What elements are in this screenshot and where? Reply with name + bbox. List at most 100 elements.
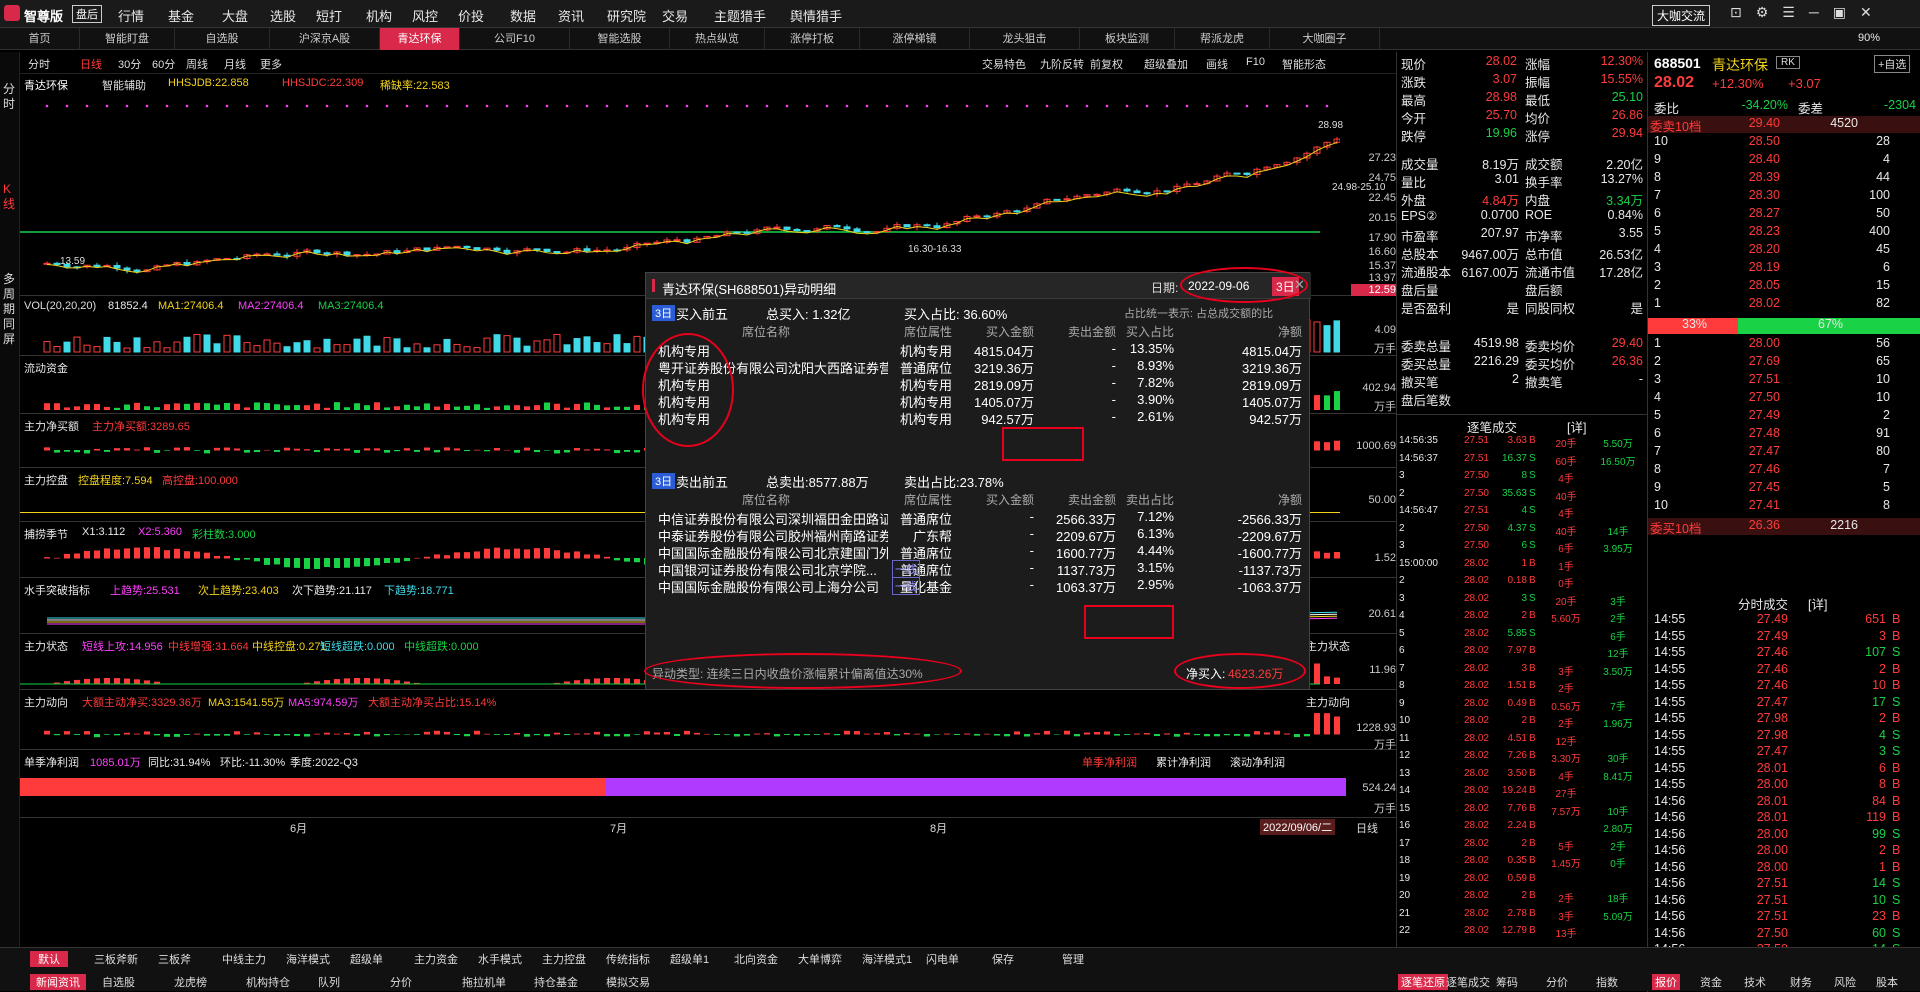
bottom-nav-tab[interactable]: 队列 [318, 974, 340, 990]
tab-item[interactable]: 自选股 [175, 28, 270, 50]
bid-price[interactable]: 27.47 [1728, 444, 1780, 462]
menu-item[interactable]: 研究院 [607, 6, 646, 25]
menu-item[interactable]: 机构 [366, 6, 392, 25]
sell-table-row[interactable]: 中国国际金融股份有限公司上海分公司 量化基金 -1063.37万 2.95% -1063… [652, 577, 1302, 597]
bid-price[interactable]: 27.41 [1728, 498, 1780, 516]
toolbar-right-item[interactable]: F10 [1246, 56, 1265, 68]
toolbar-right-item[interactable]: 交易特色 [982, 56, 1026, 72]
bid-price[interactable]: 27.45 [1728, 480, 1780, 498]
add-watch-button[interactable]: +自选 [1874, 55, 1911, 73]
tab-item[interactable]: 智能选股 [570, 28, 670, 50]
bid-price[interactable]: 27.51 [1728, 372, 1780, 390]
tab-item[interactable]: 涨停梯镜 [860, 28, 970, 50]
ask-price[interactable]: 28.27 [1728, 206, 1780, 224]
indicator-template-tab[interactable]: 超级单 [350, 951, 383, 967]
main-movement-panel[interactable]: 主力动向 大额主动净买:3329.36万 MA3:1541.55万 MA5:97… [20, 692, 1396, 751]
right-bottom-tab[interactable]: 风险 [1834, 974, 1856, 990]
menu-item[interactable]: 大盘 [222, 6, 248, 25]
period-tab[interactable]: 30分 [118, 56, 141, 72]
period-tab[interactable]: 分时 [28, 56, 50, 72]
menu-item[interactable]: 舆情猎手 [790, 6, 842, 25]
rk-badge[interactable]: RK [1776, 56, 1800, 69]
right-bottom-tab[interactable]: 财务 [1790, 974, 1812, 990]
indicator-template-tab[interactable]: 海洋模式1 [862, 951, 912, 967]
right-bottom-tab[interactable]: 股本 [1876, 974, 1898, 990]
ask-price[interactable]: 28.39 [1728, 170, 1780, 188]
indicator-template-tab[interactable]: 主力控盘 [542, 951, 586, 967]
indicator-template-tab[interactable]: 管理 [1062, 951, 1084, 967]
tab-item[interactable]: 帮派龙虎 [1175, 28, 1270, 50]
bid-price[interactable]: 27.50 [1728, 390, 1780, 408]
right-bottom-tab[interactable]: 筹码 [1496, 974, 1518, 990]
time-trades-detail[interactable]: [详] [1808, 594, 1827, 612]
rail-multi-period[interactable]: 多周期同屏 [3, 272, 17, 347]
menu-item[interactable]: 行情 [118, 6, 144, 25]
period-tab[interactable]: 日线 [80, 56, 102, 72]
ask-price[interactable]: 28.50 [1728, 134, 1780, 152]
period-tab[interactable]: 周线 [186, 56, 208, 72]
indicator-template-tab[interactable]: 三板斧新 [94, 951, 138, 967]
indicator-template-tab[interactable]: 大单博弈 [798, 951, 842, 967]
tab-item[interactable]: 青达环保 [380, 28, 460, 50]
ask-price[interactable]: 28.02 [1728, 296, 1780, 314]
tab-item[interactable]: 龙头狙击 [970, 28, 1080, 50]
bottom-nav-tab[interactable]: 自选股 [102, 974, 135, 990]
toolbar-right-item[interactable]: 前复权 [1090, 56, 1123, 72]
period-tab[interactable]: 月线 [224, 56, 246, 72]
bid-price[interactable]: 27.46 [1728, 462, 1780, 480]
tab-item[interactable]: 公司F10 [460, 28, 570, 50]
indicator-template-tab[interactable]: 超级单1 [670, 951, 709, 967]
period-tab[interactable]: 60分 [152, 56, 175, 72]
menu-item[interactable]: 主题猎手 [714, 6, 766, 25]
menu-item[interactable]: 数据 [510, 6, 536, 25]
menu-item[interactable]: 价投 [458, 6, 484, 25]
menu-item[interactable]: 风控 [412, 6, 438, 25]
indicator-template-tab[interactable]: 保存 [992, 951, 1014, 967]
bottom-nav-tab[interactable]: 龙虎榜 [174, 974, 207, 990]
indicator-template-tab[interactable]: 中线主力 [222, 951, 266, 967]
tab-item[interactable]: 首页 [0, 28, 80, 50]
bottom-nav-tab[interactable]: 分价 [390, 974, 412, 990]
tick-detail[interactable]: [详] [1567, 417, 1586, 435]
indicator-template-tab[interactable]: 水手模式 [478, 951, 522, 967]
buy-table-row[interactable]: 机构专用 机构专用 942.57万 -2.61% 942.57万 [652, 409, 1302, 429]
indicator-template-tab[interactable]: 传统指标 [606, 951, 650, 967]
bottom-nav-tab[interactable]: 新闻资讯 [30, 974, 86, 990]
right-bottom-tab[interactable]: 指数 [1596, 974, 1618, 990]
period-tab[interactable]: 更多 [260, 56, 282, 72]
x-mode[interactable]: 日线 [1356, 820, 1378, 836]
bottom-nav-tab[interactable]: 模拟交易 [606, 974, 650, 990]
toolbar-right-item[interactable]: 超级叠加 [1144, 56, 1188, 72]
tab-item[interactable]: 沪深京A股 [270, 28, 380, 50]
toolbar-right-item[interactable]: 画线 [1206, 56, 1228, 72]
bid-price[interactable]: 28.00 [1728, 336, 1780, 354]
indicator-template-tab[interactable]: 海洋模式 [286, 951, 330, 967]
profit-btn-roll[interactable]: 滚动净利润 [1230, 754, 1285, 770]
ask-price[interactable]: 28.20 [1728, 242, 1780, 260]
toolbar-right-item[interactable]: 九阶反转 [1040, 56, 1084, 72]
indicator-template-tab[interactable]: 默认 [30, 951, 68, 967]
tab-item[interactable]: 热点纵览 [670, 28, 765, 50]
right-bottom-tab[interactable]: 逐笔还原 [1398, 974, 1448, 990]
tab-item[interactable]: 大咖圈子 [1270, 28, 1380, 50]
menu-item[interactable]: 短打 [316, 6, 342, 25]
kline-panel[interactable]: 青达环保 智能辅助 HHSJDB:22.858 HHSJDC:22.309 稀缺… [20, 74, 1396, 296]
right-bottom-tab[interactable]: 分价 [1546, 974, 1568, 990]
profit-btn-single[interactable]: 单季净利润 [1082, 754, 1137, 770]
indicator-template-tab[interactable]: 三板斧 [158, 951, 191, 967]
right-bottom-tab[interactable]: 逐笔成交 [1446, 974, 1490, 990]
indicator-template-tab[interactable]: 主力资金 [414, 951, 458, 967]
rail-timeshare[interactable]: 分时 [3, 82, 17, 112]
smart-assist-label[interactable]: 智能辅助 [102, 77, 146, 93]
bid-price[interactable]: 27.49 [1728, 408, 1780, 426]
menu-item[interactable]: 基金 [168, 6, 194, 25]
bid-price[interactable]: 27.48 [1728, 426, 1780, 444]
tab-item[interactable]: 板块监测 [1080, 28, 1175, 50]
expert-exchange-button[interactable]: 大咖交流 [1652, 5, 1711, 26]
rail-kline[interactable]: K线 [3, 182, 17, 212]
quarter-profit-panel[interactable]: 单季净利润 1085.01万 同比:31.94% 环比:-11.30% 季度:2… [20, 752, 1396, 818]
ask-price[interactable]: 28.23 [1728, 224, 1780, 242]
ask-price[interactable]: 28.19 [1728, 260, 1780, 278]
bottom-nav-tab[interactable]: 机构持仓 [246, 974, 290, 990]
toolbar-right-item[interactable]: 智能形态 [1282, 56, 1326, 72]
